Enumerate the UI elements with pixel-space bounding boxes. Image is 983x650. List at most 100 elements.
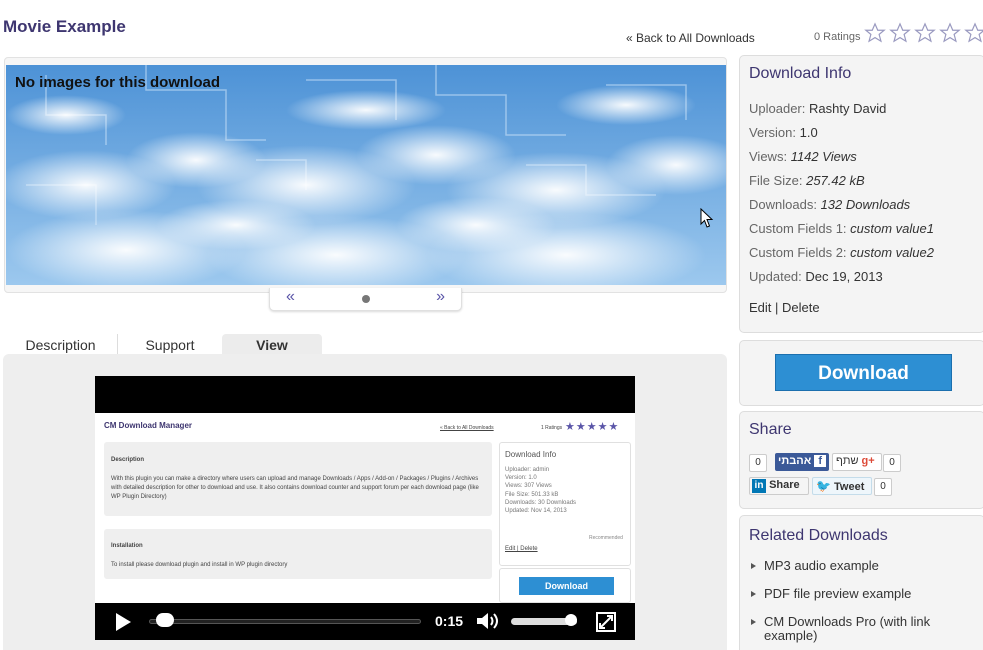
star-icon[interactable] bbox=[864, 22, 886, 44]
progress-knob[interactable] bbox=[155, 613, 174, 627]
info-row-views: Views: 1142 Views bbox=[749, 149, 857, 164]
tab-view-video[interactable]: View Video bbox=[222, 334, 322, 369]
video-installation-text: To install please download plugin and in… bbox=[111, 562, 288, 568]
previous-image-button[interactable]: « bbox=[286, 288, 295, 306]
video-info-row: Views: 307 Views bbox=[505, 483, 552, 490]
info-row-version: Version: 1.0 bbox=[749, 125, 818, 140]
related-item[interactable]: CM Downloads Pro (with link example) bbox=[749, 615, 949, 643]
info-value: 132 Downloads bbox=[820, 197, 911, 212]
facebook-like-button[interactable]: אהבתי f bbox=[775, 453, 829, 471]
star-icon[interactable] bbox=[939, 22, 961, 44]
star-icon[interactable] bbox=[889, 22, 911, 44]
info-label: Uploader: bbox=[749, 101, 806, 116]
next-image-button[interactable]: » bbox=[436, 288, 445, 306]
pager-dot[interactable] bbox=[362, 295, 370, 303]
video-info-row: Uploader: admin bbox=[505, 467, 550, 473]
video-info-row: File Size: 501.33 kB bbox=[505, 491, 559, 498]
info-row-custom-field-2: Custom Fields 2: custom value2 bbox=[749, 245, 934, 260]
mouse-cursor-icon bbox=[700, 208, 714, 228]
edit-link[interactable]: Edit bbox=[749, 300, 771, 315]
info-row-downloads: Downloads: 132 Downloads bbox=[749, 197, 910, 212]
info-label: Downloads: bbox=[749, 197, 817, 212]
info-value: Dec 19, 2013 bbox=[805, 269, 883, 284]
video-controls: 0:15 bbox=[95, 603, 635, 640]
download-button[interactable]: Download bbox=[775, 354, 952, 391]
cloud-sky-image bbox=[6, 65, 726, 285]
star-icon[interactable] bbox=[914, 22, 936, 44]
bullet-icon bbox=[751, 619, 756, 625]
download-info-panel: Download Info Uploader: Rashty David Ver… bbox=[739, 55, 983, 333]
video-info-rows: Uploader: admin Version: 1.0 Views: 307 … bbox=[505, 466, 576, 515]
related-list: MP3 audio example PDF file preview examp… bbox=[749, 559, 949, 650]
related-downloads-title: Related Downloads bbox=[749, 527, 888, 544]
back-to-downloads-link[interactable]: « Back to All Downloads bbox=[626, 31, 755, 45]
image-gallery: No images for this download bbox=[4, 57, 727, 293]
info-value: 1.0 bbox=[799, 125, 818, 140]
related-item-label: PDF file preview example bbox=[764, 586, 912, 601]
facebook-icon: f bbox=[814, 455, 827, 468]
facebook-like-label: אהבתי bbox=[778, 455, 812, 467]
fullscreen-icon[interactable] bbox=[596, 612, 616, 632]
video-info-title: Download Info bbox=[505, 450, 557, 459]
volume-icon[interactable] bbox=[476, 611, 500, 631]
info-label: Views: bbox=[749, 149, 788, 164]
tab-support[interactable]: Support bbox=[118, 334, 222, 354]
video-ratings: 1 Ratings bbox=[541, 425, 563, 431]
related-downloads-panel: Related Downloads MP3 audio example PDF … bbox=[739, 515, 983, 650]
video-installation-box: Installation To install please download … bbox=[104, 529, 492, 579]
edit-delete-links: Edit | Delete bbox=[749, 300, 820, 315]
play-icon[interactable] bbox=[114, 612, 132, 632]
video-description-box: Description With this plugin you can mak… bbox=[104, 442, 492, 516]
delete-link[interactable]: Delete bbox=[782, 300, 820, 315]
tab-description[interactable]: Description bbox=[4, 334, 118, 354]
video-page-title: CM Download Manager bbox=[104, 421, 193, 430]
info-value: 257.42 kB bbox=[806, 173, 865, 188]
twitter-icon: 🐦 bbox=[816, 479, 831, 493]
related-item[interactable]: PDF file preview example bbox=[749, 587, 949, 601]
video-installation-heading: Installation bbox=[111, 543, 143, 549]
info-row-custom-field-1: Custom Fields 1: custom value1 bbox=[749, 221, 934, 236]
video-info-box: Download Info Uploader: admin Version: 1… bbox=[499, 442, 631, 566]
video-back-link: « Back to All Downloads bbox=[440, 425, 494, 431]
video-download-box: Download bbox=[499, 568, 631, 603]
tweet-button[interactable]: 🐦 Tweet bbox=[812, 477, 872, 495]
share-title: Share bbox=[749, 421, 792, 438]
gplus-share-button[interactable]: שתף g+ bbox=[832, 453, 882, 471]
video-info-row: Updated: Nov 14, 2013 bbox=[505, 508, 567, 515]
separator: | bbox=[775, 300, 779, 315]
twitter-count: 0 bbox=[874, 478, 892, 496]
page-title: Movie Example bbox=[3, 17, 126, 36]
bullet-icon bbox=[751, 591, 756, 597]
video-player[interactable]: CM Download Manager « Back to All Downlo… bbox=[95, 376, 635, 640]
star-icon[interactable] bbox=[964, 22, 983, 44]
related-item-label: MP3 audio example bbox=[764, 558, 879, 573]
info-value: custom value1 bbox=[850, 221, 934, 236]
gplus-icon: g+ bbox=[861, 455, 875, 467]
download-info-title: Download Info bbox=[749, 65, 852, 82]
linkedin-share-label: Share bbox=[769, 479, 800, 491]
linkedin-share-button[interactable]: in Share bbox=[749, 477, 809, 495]
rating-stars bbox=[864, 22, 983, 44]
info-row-updated: Updated: Dec 19, 2013 bbox=[749, 269, 883, 284]
info-value: Rashty David bbox=[809, 101, 887, 116]
info-value: custom value2 bbox=[850, 245, 934, 260]
video-info-row: Downloads: 30 Downloads bbox=[505, 499, 577, 506]
info-row-file-size: File Size: 257.42 kB bbox=[749, 173, 865, 188]
placeholder-image: No images for this download bbox=[6, 65, 726, 285]
info-label: File Size: bbox=[749, 173, 803, 188]
info-label: Custom Fields 2: bbox=[749, 245, 847, 260]
related-item[interactable]: MP3 audio example bbox=[749, 559, 949, 573]
video-progress-bar[interactable] bbox=[149, 619, 421, 624]
share-panel: Share 0 אהבתי f שתף g+ 0 in Share 🐦 Twee… bbox=[739, 411, 983, 509]
video-edit-delete: Edit | Delete bbox=[505, 546, 538, 552]
volume-knob[interactable] bbox=[565, 614, 577, 626]
video-description-text: With this plugin you can make a director… bbox=[111, 476, 479, 500]
video-description-heading: Description bbox=[111, 457, 145, 463]
gallery-pager: « » bbox=[269, 288, 462, 311]
no-images-message: No images for this download bbox=[15, 74, 221, 91]
gplus-count: 0 bbox=[883, 454, 901, 472]
info-label: Updated: bbox=[749, 269, 802, 284]
video-frame: CM Download Manager « Back to All Downlo… bbox=[95, 413, 635, 603]
bullet-icon bbox=[751, 563, 756, 569]
facebook-count: 0 bbox=[749, 454, 767, 472]
